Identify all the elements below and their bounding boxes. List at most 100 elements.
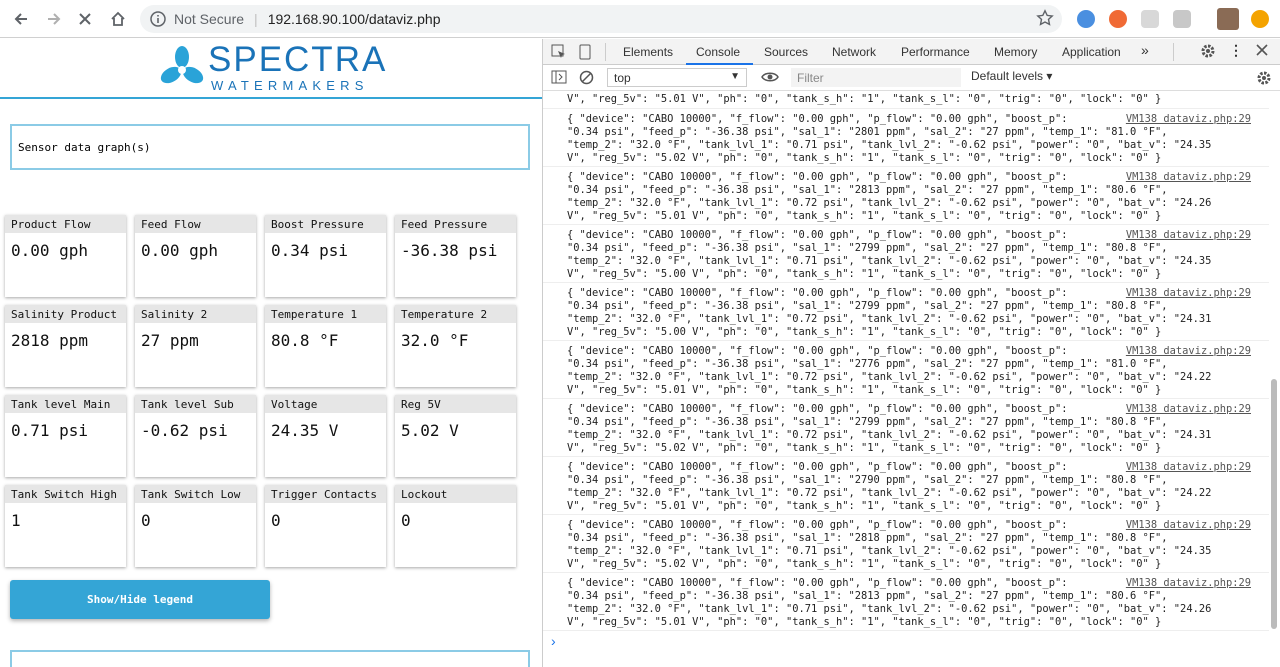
header: SPECTRA WATERMAKERS	[0, 39, 542, 99]
address-bar[interactable]: Not Secure | 192.168.90.100/dataviz.php	[140, 5, 1062, 33]
chevron-down-icon: ▼	[730, 71, 740, 82]
console-entry: { "device": "CABO 10000", "f_flow": "0.0…	[543, 109, 1269, 167]
log-levels-dropdown[interactable]: Default levels ▾	[971, 69, 1052, 83]
tab-sources[interactable]: Sources	[764, 45, 808, 59]
close-icon[interactable]	[1256, 44, 1268, 59]
tab-console[interactable]: Console	[696, 45, 740, 59]
console-toolbar: top ▼ Filter Default levels ▾	[543, 65, 1280, 91]
logo: SPECTRA WATERMAKERS	[208, 41, 387, 93]
sensor-card: Product Flow 0.00 gph	[5, 215, 126, 297]
gear-icon[interactable]	[1200, 43, 1216, 62]
sensor-card: Salinity Product 2818 ppm	[5, 305, 126, 387]
sensor-card-label: Tank level Sub	[135, 395, 256, 413]
console-entry: { "device": "CABO 10000", "f_flow": "0.0…	[543, 283, 1269, 341]
home-icon[interactable]	[105, 6, 131, 32]
sensor-card: Boost Pressure 0.34 psi	[265, 215, 386, 297]
sensor-card-label: Voltage	[265, 395, 386, 413]
sensor-card-label: Feed Flow	[135, 215, 256, 233]
sensor-card: Feed Flow 0.00 gph	[135, 215, 256, 297]
clear-console-icon[interactable]	[579, 70, 594, 88]
sensor-card-value: 24.35 V	[271, 421, 339, 440]
filter-input[interactable]: Filter	[791, 68, 961, 87]
sensor-card-label: Lockout	[395, 485, 516, 503]
forward-icon[interactable]	[41, 6, 67, 32]
tab-performance[interactable]: Performance	[901, 45, 970, 59]
source-link[interactable]: VM138 dataviz.php:29	[1121, 403, 1251, 416]
sensor-card: Trigger Contacts 0	[265, 485, 386, 567]
url-text[interactable]: 192.168.90.100/dataviz.php	[268, 11, 441, 27]
sensor-card-value: 80.8 °F	[271, 331, 339, 350]
logo-title: SPECTRA	[208, 40, 388, 79]
source-link[interactable]: VM138 dataviz.php:29	[1121, 577, 1251, 590]
sensor-card-label: Salinity Product	[5, 305, 126, 323]
console-entry: { "device": "CABO 10000", "f_flow": "0.0…	[543, 167, 1269, 225]
sensor-card-label: Tank level Main	[5, 395, 126, 413]
sensor-card-label: Salinity 2	[135, 305, 256, 323]
sensor-card: Voltage 24.35 V	[265, 395, 386, 477]
extension-icon[interactable]	[1173, 10, 1191, 28]
sensor-card: Tank level Main 0.71 psi	[5, 395, 126, 477]
sensor-card-label: Trigger Contacts	[265, 485, 386, 503]
sensor-card-value: 0.00 gph	[11, 241, 89, 260]
source-link[interactable]: VM138 dataviz.php:29	[1121, 113, 1251, 126]
extension-icon[interactable]	[1077, 10, 1095, 28]
source-link[interactable]: VM138 dataviz.php:29	[1121, 461, 1251, 474]
console-output: V", "reg_5v": "5.01 V", "ph": "0", "tank…	[543, 91, 1269, 667]
tab-elements[interactable]: Elements	[623, 45, 673, 59]
source-link[interactable]: VM138 dataviz.php:29	[1121, 229, 1251, 242]
extension-icon[interactable]	[1109, 10, 1127, 28]
logo-subtitle: WATERMAKERS	[211, 78, 369, 93]
info-icon[interactable]	[150, 11, 166, 30]
sensor-card-label: Temperature 1	[265, 305, 386, 323]
sensor-card: Feed Pressure -36.38 psi	[395, 215, 516, 297]
source-link[interactable]: VM138 dataviz.php:29	[1121, 345, 1251, 358]
sensor-card-value: 0	[141, 511, 151, 530]
sensor-card: Temperature 2 32.0 °F	[395, 305, 516, 387]
sensor-card-label: Feed Pressure	[395, 215, 516, 233]
source-link[interactable]: VM138 dataviz.php:29	[1121, 519, 1251, 532]
sensor-card-value: 0.71 psi	[11, 421, 89, 440]
sensor-card-value: -0.62 psi	[141, 421, 228, 440]
kebab-menu-icon[interactable]: ⋮	[1229, 42, 1243, 59]
show-hide-legend-button[interactable]: Show/Hide legend	[10, 580, 270, 619]
tab-memory[interactable]: Memory	[994, 45, 1037, 59]
sidebar-toggle-icon[interactable]	[551, 70, 567, 87]
bookmark-star-icon[interactable]	[1036, 9, 1054, 30]
sensor-card-label: Temperature 2	[395, 305, 516, 323]
browser-toolbar: Not Secure | 192.168.90.100/dataviz.php	[0, 0, 1280, 38]
tab-network[interactable]: Network	[832, 45, 876, 59]
tab-application[interactable]: Application	[1062, 45, 1121, 59]
divider	[605, 43, 606, 61]
devtools-tabbar: Elements Console Sources Network Perform…	[543, 39, 1280, 65]
sensor-card: Salinity 2 27 ppm	[135, 305, 256, 387]
context-select[interactable]: top ▼	[607, 68, 747, 87]
device-toolbar-icon[interactable]	[577, 44, 593, 63]
back-icon[interactable]	[8, 6, 34, 32]
avatar[interactable]	[1217, 8, 1239, 30]
scrollbar[interactable]	[1271, 379, 1277, 629]
sensor-card-value: 0	[401, 511, 411, 530]
console-entry: { "device": "CABO 10000", "f_flow": "0.0…	[543, 399, 1269, 457]
source-link[interactable]: VM138 dataviz.php:29	[1121, 287, 1251, 300]
more-tabs-icon[interactable]: »	[1141, 42, 1149, 58]
sensor-card-value: 32.0 °F	[401, 331, 469, 350]
console-entry: { "device": "CABO 10000", "f_flow": "0.0…	[543, 515, 1269, 573]
sensor-card-value: 1	[11, 511, 21, 530]
sensor-card-label: Boost Pressure	[265, 215, 386, 233]
divider	[1173, 43, 1174, 61]
console-entry: { "device": "CABO 10000", "f_flow": "0.0…	[543, 225, 1269, 283]
console-entry: { "device": "CABO 10000", "f_flow": "0.0…	[543, 341, 1269, 399]
sensor-card: Tank Switch High 1	[5, 485, 126, 567]
stop-loading-icon[interactable]	[72, 6, 98, 32]
eye-icon[interactable]	[761, 70, 779, 87]
sensor-card-value: 0.00 gph	[141, 241, 219, 260]
sensor-card: Tank Switch Low 0	[135, 485, 256, 567]
extension-icon[interactable]	[1251, 10, 1269, 28]
console-settings-icon[interactable]	[1256, 70, 1272, 89]
source-link[interactable]: VM138 dataviz.php:29	[1121, 171, 1251, 184]
sensor-card: Temperature 1 80.8 °F	[265, 305, 386, 387]
console-entries: { "device": "CABO 10000", "f_flow": "0.0…	[543, 109, 1269, 631]
console-prompt[interactable]: ›	[551, 633, 556, 649]
extension-icon[interactable]	[1141, 10, 1159, 28]
inspect-icon[interactable]	[551, 44, 567, 63]
